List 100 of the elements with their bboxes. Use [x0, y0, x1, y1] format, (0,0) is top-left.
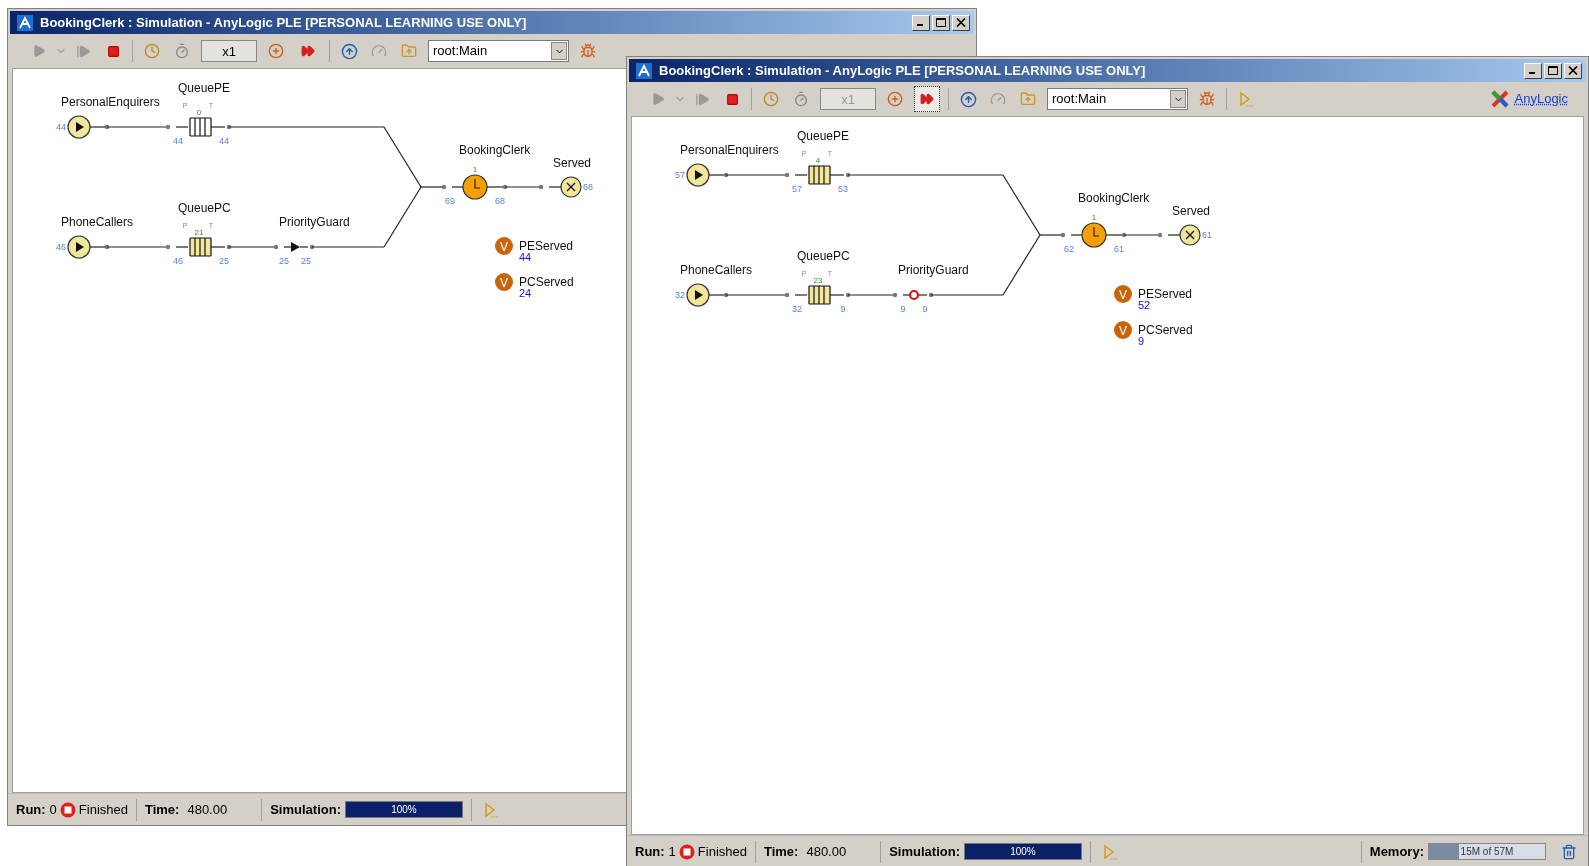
connector-line — [175, 126, 189, 128]
model-dropdown[interactable]: root:Main — [1047, 88, 1188, 110]
port-dot — [928, 292, 934, 298]
queue-label: QueuePE — [797, 129, 850, 143]
queue-label: QueuePE — [178, 81, 231, 95]
maximize-button[interactable] — [1544, 62, 1562, 79]
hold-in-count: 9 — [900, 304, 906, 314]
connector-line — [829, 294, 845, 296]
run-state: Finished — [78, 800, 128, 819]
close-button[interactable] — [1564, 62, 1582, 79]
window-title: BookingClerk : Simulation - AnyLogic PLE [PERSONAL LEARNING USE ONLY] — [659, 61, 1146, 80]
run-label: Run: — [16, 800, 46, 819]
connector-line — [794, 294, 808, 296]
source-count: 57 — [675, 170, 685, 180]
run-number: 1 — [668, 842, 676, 861]
sink-count: 68 — [583, 182, 593, 192]
port-dot — [226, 244, 232, 250]
connector-line — [299, 246, 309, 248]
service-label: BookingClerk — [1078, 191, 1150, 205]
simulation-label: Simulation: — [270, 800, 341, 819]
queue-in-count: 44 — [173, 136, 183, 146]
source-label: PersonalEnquirers — [680, 143, 779, 157]
port-dot — [784, 172, 790, 178]
hold-out-count: 9 — [922, 304, 928, 314]
source-node — [686, 163, 710, 187]
source-count: 32 — [675, 290, 685, 300]
variable-value: 52 — [1138, 299, 1151, 311]
source-node — [686, 283, 710, 307]
queue-size: 0 — [196, 108, 202, 117]
clock-node — [1081, 222, 1107, 248]
run-state: Finished — [697, 842, 747, 861]
connector-line — [829, 174, 845, 176]
variable-value: 24 — [519, 287, 532, 299]
anylogic-link[interactable]: AnyLogic — [1514, 89, 1568, 109]
time-label: Time: — [764, 842, 799, 861]
time-value: 480.00 — [187, 800, 228, 819]
port-dot — [538, 184, 544, 190]
variable-icon-glyph: V — [500, 239, 508, 254]
minimize-button[interactable] — [1524, 62, 1542, 79]
connector-line — [794, 174, 808, 176]
port-dot — [165, 124, 171, 130]
run-label: Run: — [635, 842, 665, 861]
hold-label: PriorityGuard — [279, 215, 350, 229]
variable-icon — [1114, 285, 1132, 303]
close-button[interactable] — [952, 14, 970, 31]
queue-size: 4 — [815, 156, 821, 165]
port-dot — [845, 292, 851, 298]
progress-text: 100% — [1009, 845, 1037, 859]
sink-node — [1179, 224, 1201, 246]
port-dot — [845, 172, 851, 178]
connector-line — [847, 294, 896, 296]
connector-line — [210, 246, 226, 248]
progress-text: 100% — [390, 803, 418, 817]
simulation-label: Simulation: — [889, 842, 960, 861]
connector-line — [918, 294, 928, 296]
port-dot — [1157, 232, 1163, 238]
queue-in-count: 46 — [173, 256, 183, 266]
port-dot — [441, 184, 447, 190]
source-node — [67, 115, 91, 139]
service-busy-count: 1 — [1091, 213, 1097, 222]
port-dot — [309, 244, 315, 250]
hold-out-count: 25 — [301, 256, 311, 266]
source-node — [67, 235, 91, 259]
time-label: Time: — [145, 800, 180, 819]
memory-label: Memory: — [1369, 842, 1424, 861]
maximize-button[interactable] — [932, 14, 950, 31]
queue-label: QueuePC — [178, 201, 231, 215]
connector-line — [902, 294, 911, 296]
queue-out-count: 53 — [838, 184, 848, 194]
service-in-count: 69 — [445, 196, 455, 206]
minimize-button[interactable] — [912, 14, 930, 31]
service-out-count: 61 — [1114, 244, 1124, 254]
speed-field[interactable]: x1 — [201, 40, 257, 62]
close-icon — [1568, 66, 1578, 75]
port-dot — [165, 244, 171, 250]
variable-icon-glyph: V — [1119, 287, 1127, 302]
memory-text: 15M of 57M — [1459, 845, 1515, 859]
variable-icon — [495, 273, 513, 291]
fast-forward-button[interactable] — [914, 86, 940, 112]
variable-icon-glyph: V — [1119, 323, 1127, 338]
fast-forward-icon — [301, 44, 315, 58]
hold-label: PriorityGuard — [898, 263, 969, 277]
fast-forward-icon — [920, 92, 934, 106]
model-dropdown[interactable]: root:Main — [428, 40, 569, 62]
port-dot — [502, 184, 508, 190]
queue-size: 21 — [194, 228, 204, 237]
maximize-icon — [1548, 66, 1558, 75]
sink-label: Served — [553, 156, 592, 170]
maximize-icon — [936, 18, 946, 27]
close-icon — [956, 18, 966, 27]
port-dot — [723, 172, 729, 178]
variable-name: PEServed — [1138, 287, 1193, 301]
connector-line — [210, 126, 226, 128]
service-out-count: 68 — [495, 196, 505, 206]
queue-out-count: 44 — [219, 136, 229, 146]
variable-icon-glyph: V — [500, 275, 508, 290]
source-label: PhoneCallers — [680, 263, 753, 277]
service-busy-count: 1 — [472, 165, 478, 174]
variable-icon — [495, 237, 513, 255]
port-dot — [104, 244, 110, 250]
